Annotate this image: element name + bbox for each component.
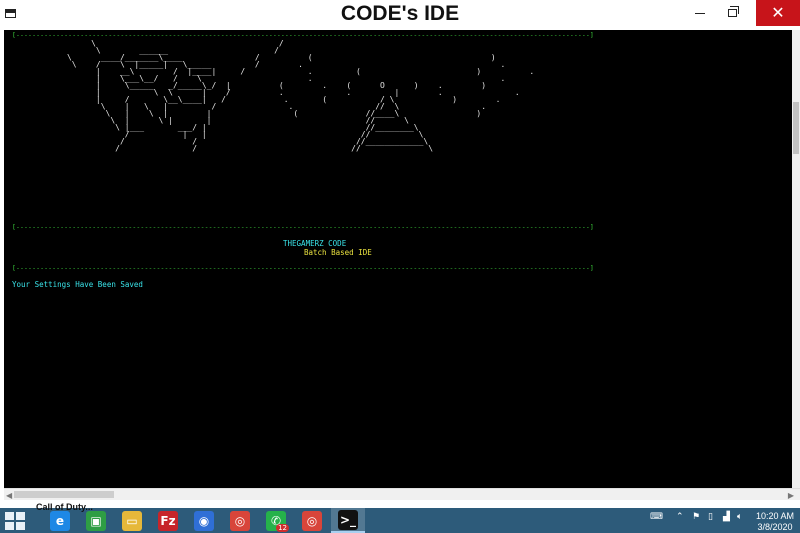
close-icon: ✕: [771, 5, 785, 22]
window-title: CODE's IDE: [340, 2, 460, 25]
firefox-icon: ◉: [194, 510, 214, 531]
taskbar-app[interactable]: ◎: [223, 508, 257, 533]
taskbar-app[interactable]: Fz: [151, 508, 185, 533]
separator-bottom: [---------------------------------------…: [12, 264, 594, 272]
start-button[interactable]: [5, 511, 27, 531]
restore-icon: [727, 6, 739, 17]
taskbar-app[interactable]: >_: [331, 508, 365, 533]
scroll-right-icon[interactable]: ▶: [788, 491, 794, 500]
clock[interactable]: 10:20 AM 3/8/2020: [752, 511, 798, 533]
security-icon[interactable]: ⚑: [692, 512, 700, 522]
separator-middle: [---------------------------------------…: [12, 223, 594, 231]
taskbar-app[interactable]: e: [43, 508, 77, 533]
vertical-scroll-thumb[interactable]: [793, 102, 799, 154]
chrome-icon: ◎: [230, 510, 250, 531]
horizontal-scroll-thumb[interactable]: [14, 491, 114, 498]
network-icon[interactable]: ▟: [723, 512, 730, 522]
minimize-icon: [695, 12, 705, 14]
internet-explorer-icon: e: [50, 510, 70, 531]
volume-icon[interactable]: 🔈︎: [737, 512, 742, 522]
taskbar-app[interactable]: ✆ 12: [259, 508, 293, 533]
taskbar-app[interactable]: ▣: [79, 508, 113, 533]
command-prompt-icon: >_: [338, 509, 358, 530]
scroll-left-icon[interactable]: ◀: [6, 491, 12, 500]
keyboard-icon[interactable]: ⌨: [650, 512, 663, 522]
close-button[interactable]: ✕: [756, 0, 800, 26]
taskbar-app[interactable]: ◎: [295, 508, 329, 533]
ascii-art-line: / / // \: [14, 144, 434, 153]
restore-button[interactable]: [714, 0, 750, 26]
taskbar-peek: [0, 500, 800, 508]
title-bar: CODE's IDE ✕: [0, 0, 800, 30]
ascii-art: \ / \ ______ / \ ____/_______\____ / ( ): [14, 40, 534, 153]
status-message: Your Settings Have Been Saved: [12, 280, 143, 289]
minimize-button[interactable]: [682, 0, 718, 26]
filezilla-icon: Fz: [158, 510, 178, 531]
show-hidden-icons[interactable]: ⌃: [676, 512, 684, 522]
tagline: Batch Based IDE: [304, 248, 372, 257]
vertical-scrollbar[interactable]: [792, 30, 800, 488]
separator-top: [---------------------------------------…: [12, 31, 594, 39]
notification-badge: 12: [276, 524, 289, 532]
store-icon: ▣: [86, 510, 106, 531]
console-output[interactable]: [---------------------------------------…: [4, 30, 792, 488]
taskbar-app[interactable]: ▭: [115, 508, 149, 533]
brand-line: THEGAMERZ CODE: [283, 239, 347, 248]
horizontal-scrollbar[interactable]: ◀ ▶: [4, 488, 800, 500]
clock-time: 10:20 AM: [755, 511, 795, 521]
file-explorer-icon: ▭: [122, 510, 142, 531]
taskbar-app[interactable]: ◉: [187, 508, 221, 533]
action-center-icon[interactable]: ▯: [708, 512, 713, 522]
windows-logo-icon: [5, 512, 14, 520]
chrome-profile-icon: ◎: [302, 510, 322, 531]
clock-date: 3/8/2020: [757, 522, 793, 532]
